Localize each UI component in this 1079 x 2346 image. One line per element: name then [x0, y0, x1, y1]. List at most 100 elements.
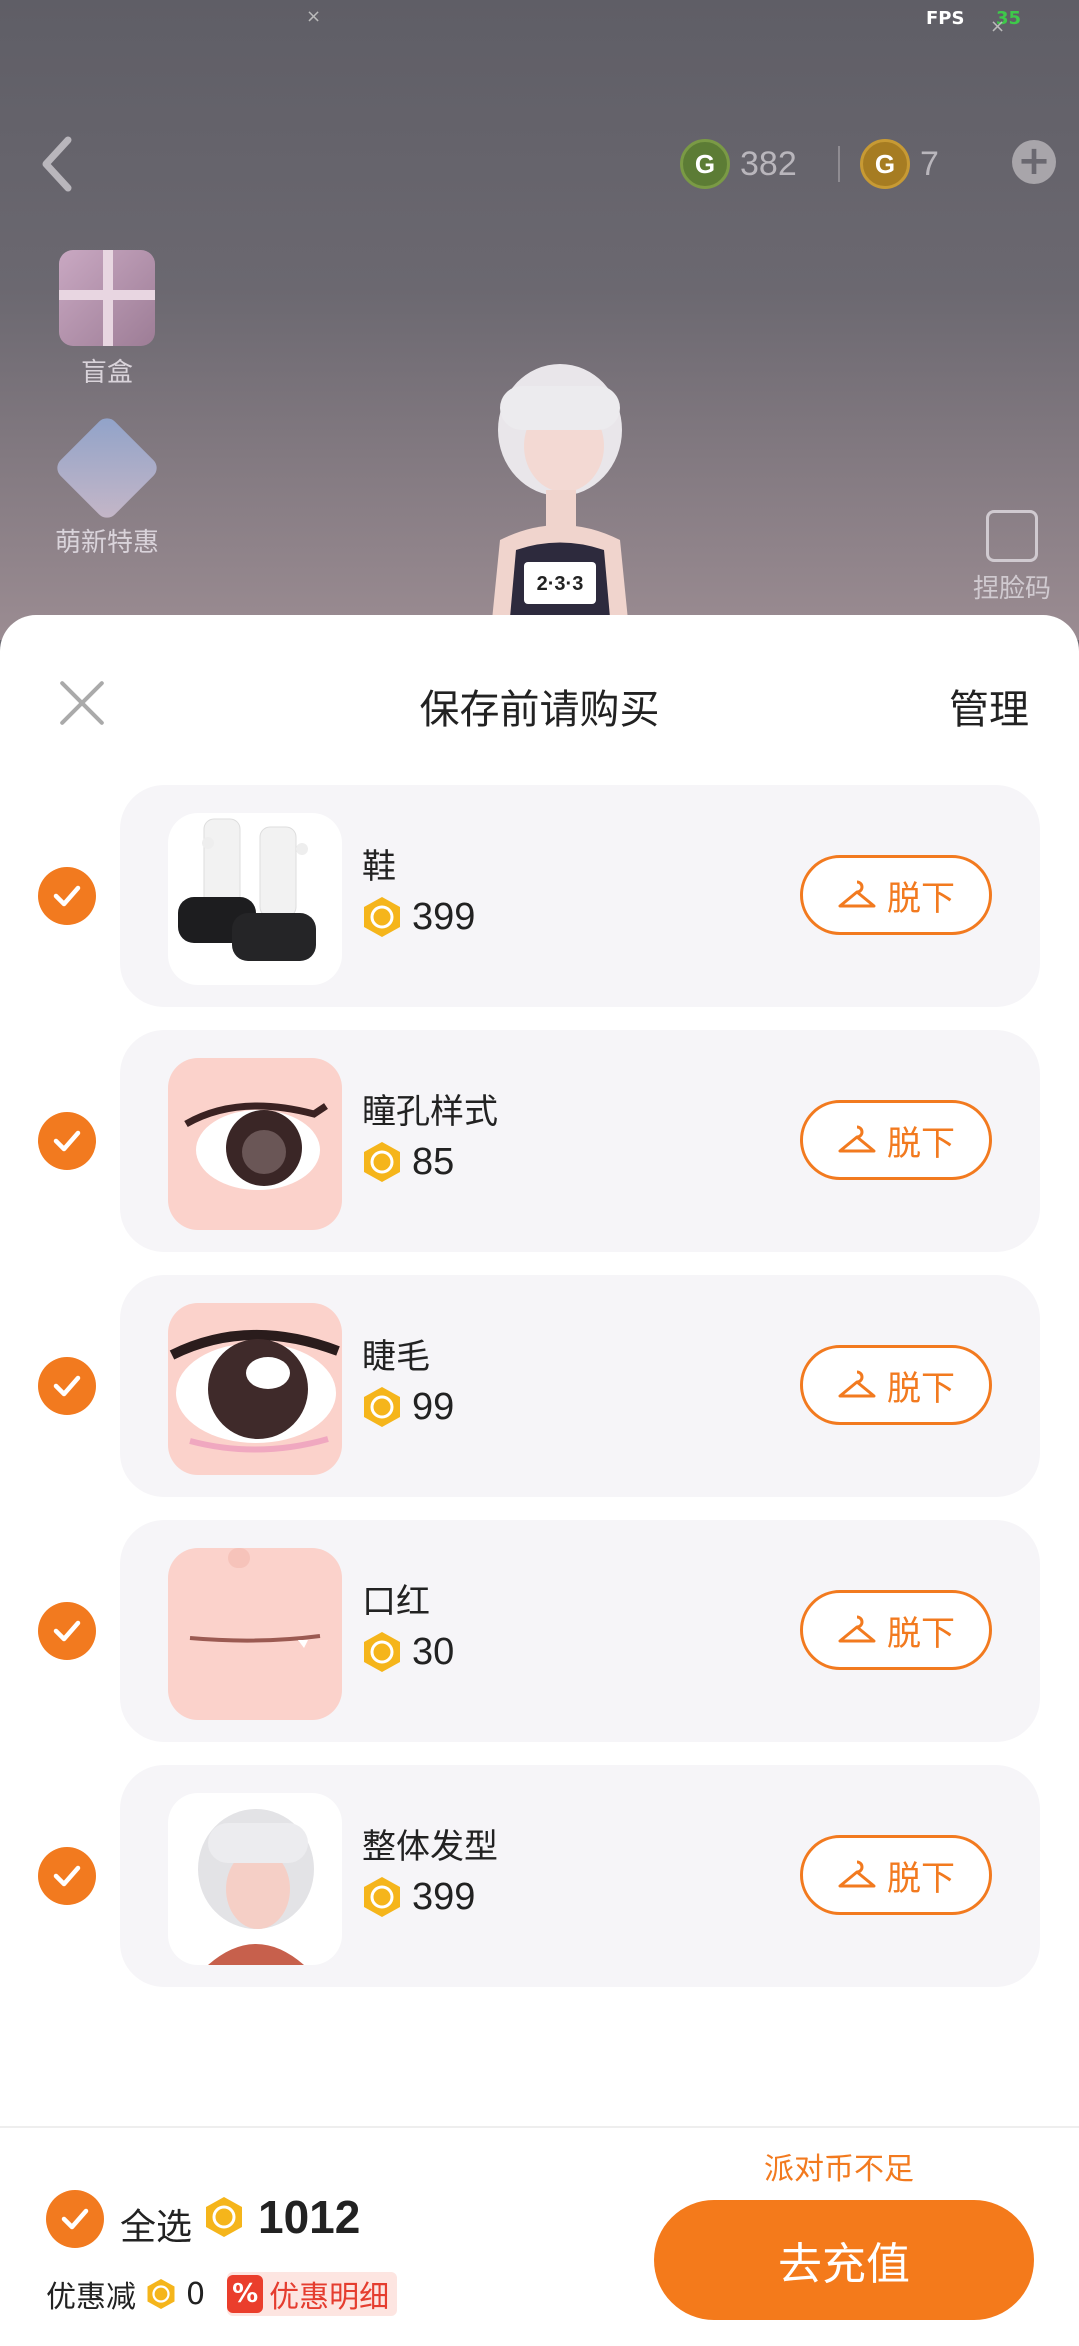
item-price: 85 — [362, 1140, 454, 1184]
checkmark-icon — [61, 2208, 89, 2230]
item-card: 鞋 399 脱下 — [120, 785, 1040, 1007]
select-all-checkbox[interactable] — [46, 2190, 104, 2248]
hanger-icon — [838, 1125, 876, 1153]
item-card: 睫毛 99 脱下 — [120, 1275, 1040, 1497]
small-close-icon: × — [306, 6, 322, 27]
take-off-button[interactable]: 脱下 — [800, 1100, 992, 1180]
side-item-blind-box[interactable]: 盲盒 — [40, 250, 174, 389]
take-off-button[interactable]: 脱下 — [800, 855, 992, 935]
face-code-button[interactable]: 捏脸码 — [962, 510, 1062, 605]
coin-icon — [206, 2197, 242, 2237]
take-off-label: 脱下 — [887, 878, 955, 919]
item-price: 99 — [362, 1385, 454, 1429]
shoes-thumbnail — [168, 813, 342, 985]
hanger-icon — [838, 1615, 876, 1643]
back-button[interactable] — [30, 128, 86, 200]
chevron-left-icon — [42, 136, 72, 192]
checkmark-icon — [53, 885, 81, 907]
take-off-button[interactable]: 脱下 — [800, 1590, 992, 1670]
green-coin-icon: G — [680, 139, 730, 189]
side-item-label: 萌新特惠 — [54, 528, 159, 558]
item-name: 整体发型 — [362, 1827, 498, 1867]
item-name: 口红 — [362, 1582, 430, 1622]
discount-value: 0 — [186, 2276, 206, 2312]
side-item-label: 盲盒 — [80, 358, 133, 388]
gold-currency: G 7 — [860, 136, 939, 192]
hanger-icon — [838, 1370, 876, 1398]
green-currency: G 382 — [680, 136, 797, 192]
coin-icon — [364, 1632, 400, 1672]
edit-icon — [986, 510, 1038, 562]
item-card: 瞳孔样式 85 脱下 — [120, 1030, 1040, 1252]
side-item-newbie-deal[interactable]: 萌新特惠 — [40, 413, 174, 559]
list-item: 整体发型 399 脱下 — [0, 1765, 1079, 1987]
hanger-icon — [838, 880, 876, 908]
select-all-label[interactable]: 全选 — [120, 2198, 192, 2250]
green-currency-amount: 382 — [740, 144, 797, 183]
item-checkbox[interactable] — [38, 1112, 96, 1170]
item-card: 口红 30 脱下 — [120, 1520, 1040, 1742]
eyelash-thumbnail — [168, 1303, 342, 1475]
item-price-value: 399 — [412, 895, 476, 938]
list-item: 瞳孔样式 85 脱下 — [0, 1030, 1079, 1252]
item-card: 整体发型 399 脱下 — [120, 1765, 1040, 1987]
item-checkbox[interactable] — [38, 1357, 96, 1415]
item-checkbox[interactable] — [38, 1602, 96, 1660]
item-name: 鞋 — [362, 847, 396, 887]
small-close-icon: × — [990, 16, 1006, 37]
item-name: 瞳孔样式 — [362, 1092, 498, 1132]
take-off-button[interactable]: 脱下 — [800, 1345, 992, 1425]
fps-label: FPS — [926, 8, 965, 29]
take-off-button[interactable]: 脱下 — [800, 1835, 992, 1915]
item-price-value: 99 — [412, 1385, 455, 1428]
coin-icon — [147, 2279, 175, 2309]
list-item: 鞋 399 脱下 — [0, 785, 1079, 1007]
take-off-label: 脱下 — [887, 1368, 955, 1409]
discount-row: 优惠减 0 % 优惠明细 — [46, 2272, 398, 2316]
checkmark-icon — [53, 1620, 81, 1642]
checkmark-icon — [53, 1130, 81, 1152]
item-price-value: 30 — [412, 1630, 455, 1673]
percent-icon: % — [227, 2275, 264, 2313]
take-off-label: 脱下 — [887, 1858, 955, 1899]
promo-icon — [52, 413, 162, 523]
item-name: 睫毛 — [362, 1337, 430, 1377]
avatar-character: 2·3·3 — [490, 364, 630, 640]
pupil-thumbnail — [168, 1058, 342, 1230]
footer-divider — [0, 2126, 1079, 2128]
checkmark-icon — [53, 1375, 81, 1397]
game-scene-background: × FPS 35 × G 382 G 7 + 盲盒 萌新特惠 捏脸码 2·3·3 — [0, 0, 1079, 640]
face-code-label: 捏脸码 — [972, 574, 1051, 604]
item-price: 399 — [362, 1875, 475, 1919]
bib-number: 2·3·3 — [537, 573, 584, 595]
manage-button[interactable]: 管理 — [949, 677, 1029, 735]
discount-detail-label: 优惠明细 — [269, 2280, 390, 2315]
hairstyle-thumbnail — [168, 1793, 342, 1965]
coin-icon — [364, 1877, 400, 1917]
item-checkbox[interactable] — [38, 867, 96, 925]
coin-icon — [364, 1142, 400, 1182]
recharge-button[interactable]: 去充值 — [654, 2200, 1034, 2320]
take-off-label: 脱下 — [887, 1123, 955, 1164]
total-price: 1012 — [204, 2190, 360, 2244]
discount-detail-link[interactable]: % 优惠明细 — [227, 2272, 398, 2316]
add-currency-button[interactable]: + — [1012, 140, 1056, 184]
insufficient-balance-text: 派对币不足 — [764, 2152, 914, 2187]
item-checkbox[interactable] — [38, 1847, 96, 1905]
take-off-label: 脱下 — [887, 1613, 955, 1654]
gift-box-icon — [59, 250, 155, 346]
sheet-title: 保存前请购买 — [419, 687, 660, 733]
list-item: 口红 30 脱下 — [0, 1520, 1079, 1742]
list-item: 睫毛 99 脱下 — [0, 1275, 1079, 1497]
item-price: 399 — [362, 895, 475, 939]
checkmark-icon — [53, 1865, 81, 1887]
item-price: 30 — [362, 1630, 454, 1674]
discount-label: 优惠减 — [46, 2280, 136, 2315]
divider — [838, 146, 840, 182]
item-price-value: 399 — [412, 1875, 476, 1918]
total-price-value: 1012 — [258, 2191, 361, 2243]
lipstick-thumbnail — [168, 1548, 342, 1720]
hanger-icon — [838, 1860, 876, 1888]
coin-icon — [364, 1387, 400, 1427]
gold-currency-amount: 7 — [920, 144, 939, 183]
